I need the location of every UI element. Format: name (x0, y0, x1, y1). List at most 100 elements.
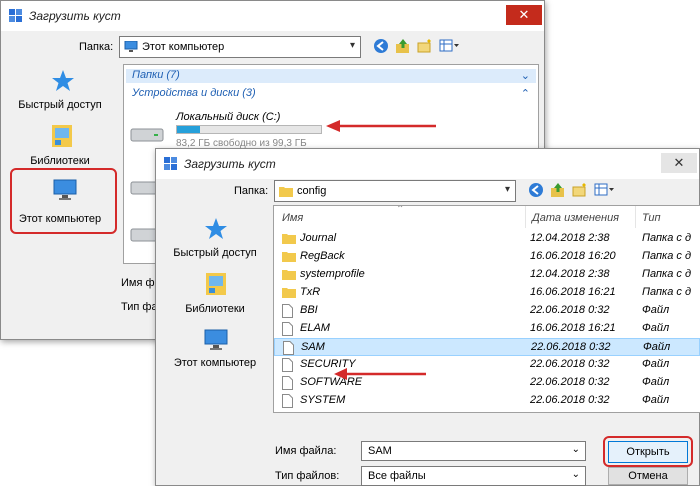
chevron-down-icon: ⌄ (520, 70, 530, 82)
file-name: Journal (300, 232, 337, 244)
folder-value: Этот компьютер (142, 41, 225, 53)
file-type: Файл (642, 322, 670, 334)
chevron-down-icon: ⌄ (571, 444, 580, 455)
up-folder-icon[interactable] (395, 38, 413, 56)
file-row[interactable]: RegBack 16.06.2018 16:20 Папка с д (274, 248, 700, 266)
filename-field[interactable]: SAM ⌄ (361, 441, 586, 461)
file-date: 16.06.2018 16:21 (530, 322, 616, 334)
cancel-button[interactable]: Отмена (608, 467, 688, 485)
view-menu-icon[interactable] (594, 182, 614, 200)
file-type: Файл (642, 394, 670, 406)
drive-usage-fill (177, 126, 201, 133)
column-date[interactable]: Дата изменения (526, 206, 636, 228)
column-name[interactable]: Имя ⌃ (274, 206, 526, 228)
dialog-title: Загрузить куст (29, 9, 121, 23)
drive-icon (130, 125, 164, 148)
place-label: Этот компьютер (173, 357, 257, 369)
file-date: 22.06.2018 0:32 (530, 304, 610, 316)
group-devices[interactable]: Устройства и диски (3) ⌃ (126, 87, 536, 101)
file-rows: Journal 12.04.2018 2:38 Папка с д RegBack 16… (274, 230, 700, 412)
group-label: Папки (7) (132, 69, 180, 81)
place-this-pc[interactable]: Этот компьютер (162, 323, 268, 375)
file-type: Файл (642, 304, 670, 316)
filetype-value: Все файлы (368, 470, 426, 482)
file-name: systemprofile (300, 268, 365, 280)
filetype-label: Тип файлов: (275, 470, 340, 482)
star-icon (204, 217, 228, 244)
arrow-annotation (334, 368, 426, 380)
file-type: Папка с д (642, 232, 692, 244)
column-type-label: Тип (642, 212, 661, 224)
file-icon (282, 358, 293, 375)
highlight-this-pc (10, 168, 117, 234)
column-type[interactable]: Тип (636, 206, 700, 228)
highlight-open-button (603, 436, 693, 467)
file-type: Файл (643, 341, 671, 353)
back-icon[interactable] (373, 38, 391, 56)
file-date: 12.04.2018 2:38 (530, 232, 610, 244)
folder-label: Папка: (79, 41, 114, 53)
front-dialog: Загрузить куст ✕ Папка: config ▾ Быстрый… (155, 148, 700, 486)
drive-name[interactable]: Локальный диск (C:) (176, 111, 280, 123)
filename-value: SAM (368, 445, 392, 457)
file-name: TxR (300, 286, 321, 298)
file-icon (282, 304, 293, 321)
group-label: Устройства и диски (3) (132, 87, 256, 99)
filetype-select[interactable]: Все файлы ⌄ (361, 466, 586, 486)
place-quick-access[interactable]: Быстрый доступ (162, 211, 268, 263)
drive-usage-bar (176, 125, 322, 134)
place-libraries[interactable]: Библиотеки (162, 267, 268, 319)
new-folder-icon[interactable] (572, 182, 590, 200)
folder-combo[interactable]: Этот компьютер ▾ (119, 36, 361, 58)
file-date: 16.06.2018 16:21 (530, 286, 616, 298)
place-quick-access[interactable]: Быстрый доступ (7, 67, 113, 117)
arrow-annotation (326, 120, 436, 132)
file-type: Папка с д (642, 250, 692, 262)
file-list: Имя ⌃ Дата изменения Тип Journal 12.04.20… (273, 205, 700, 413)
folder-icon (282, 268, 296, 284)
file-type: Файл (642, 376, 670, 388)
chevron-down-icon: ▾ (349, 40, 355, 51)
view-menu-icon[interactable] (439, 38, 459, 56)
file-row[interactable]: SAM 22.06.2018 0:32 Файл (274, 338, 700, 356)
close-button[interactable]: ✕ (506, 5, 542, 25)
regedit-icon (9, 9, 23, 26)
dialog-title: Загрузить куст (184, 157, 276, 171)
file-row[interactable]: ELAM 16.06.2018 16:21 Файл (274, 320, 700, 338)
file-row[interactable]: BBI 22.06.2018 0:32 Файл (274, 302, 700, 320)
back-icon[interactable] (528, 182, 546, 200)
file-row[interactable]: TxR 16.06.2018 16:21 Папка с д (274, 284, 700, 302)
chevron-down-icon: ▾ (504, 184, 510, 195)
libraries-icon (50, 123, 74, 152)
new-folder-icon[interactable] (417, 38, 435, 56)
place-libraries[interactable]: Библиотеки (7, 123, 113, 173)
file-row[interactable]: systemprofile 12.04.2018 2:38 Папка с д (274, 266, 700, 284)
file-type: Папка с д (642, 286, 692, 298)
file-row[interactable]: Journal 12.04.2018 2:38 Папка с д (274, 230, 700, 248)
file-date: 16.06.2018 16:20 (530, 250, 616, 262)
places-bar: Быстрый доступ Библиотеки Этот компьютер (162, 207, 270, 387)
star-icon (51, 69, 75, 96)
folder-combo[interactable]: config ▾ (274, 180, 516, 202)
file-type: Папка с д (642, 268, 692, 280)
file-date: 22.06.2018 0:32 (530, 358, 610, 370)
group-folders[interactable]: Папки (7) ⌄ (126, 69, 536, 83)
regedit-icon (164, 157, 178, 174)
file-name: RegBack (300, 250, 345, 262)
chevron-up-icon: ⌃ (520, 88, 530, 100)
file-icon (282, 322, 293, 339)
file-row[interactable]: SYSTEM 22.06.2018 0:32 Файл (274, 392, 700, 410)
folder-icon (282, 250, 296, 266)
up-folder-icon[interactable] (550, 182, 568, 200)
nav-toolbar (528, 182, 628, 204)
place-label: Быстрый доступ (18, 99, 102, 111)
libraries-icon (204, 271, 228, 300)
folder-value: config (297, 185, 327, 197)
column-date-label: Дата изменения (532, 212, 620, 224)
chevron-down-icon: ⌄ (571, 469, 580, 480)
folder-label: Папка: (234, 185, 269, 197)
computer-icon (204, 329, 228, 354)
folder-icon (279, 184, 293, 201)
close-button[interactable]: ✕ (661, 153, 697, 173)
file-date: 22.06.2018 0:32 (530, 376, 610, 388)
